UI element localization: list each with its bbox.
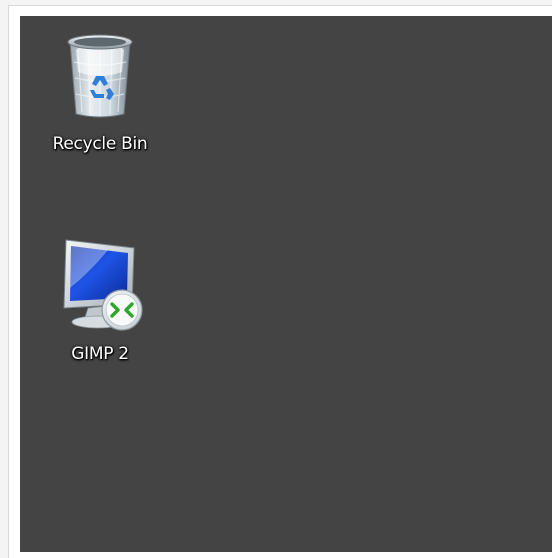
- gimp-2-label: GIMP 2: [71, 344, 129, 364]
- desktop-icon-gimp-2[interactable]: GIMP 2: [35, 238, 165, 364]
- remote-desktop-icon: [63, 239, 143, 331]
- desktop[interactable]: Recycle Bin GIMP 2: [20, 16, 552, 552]
- desktop-icon-recycle-bin[interactable]: Recycle Bin: [35, 32, 165, 154]
- recycle-bin-icon: [67, 34, 133, 118]
- recycle-bin-label: Recycle Bin: [52, 134, 148, 154]
